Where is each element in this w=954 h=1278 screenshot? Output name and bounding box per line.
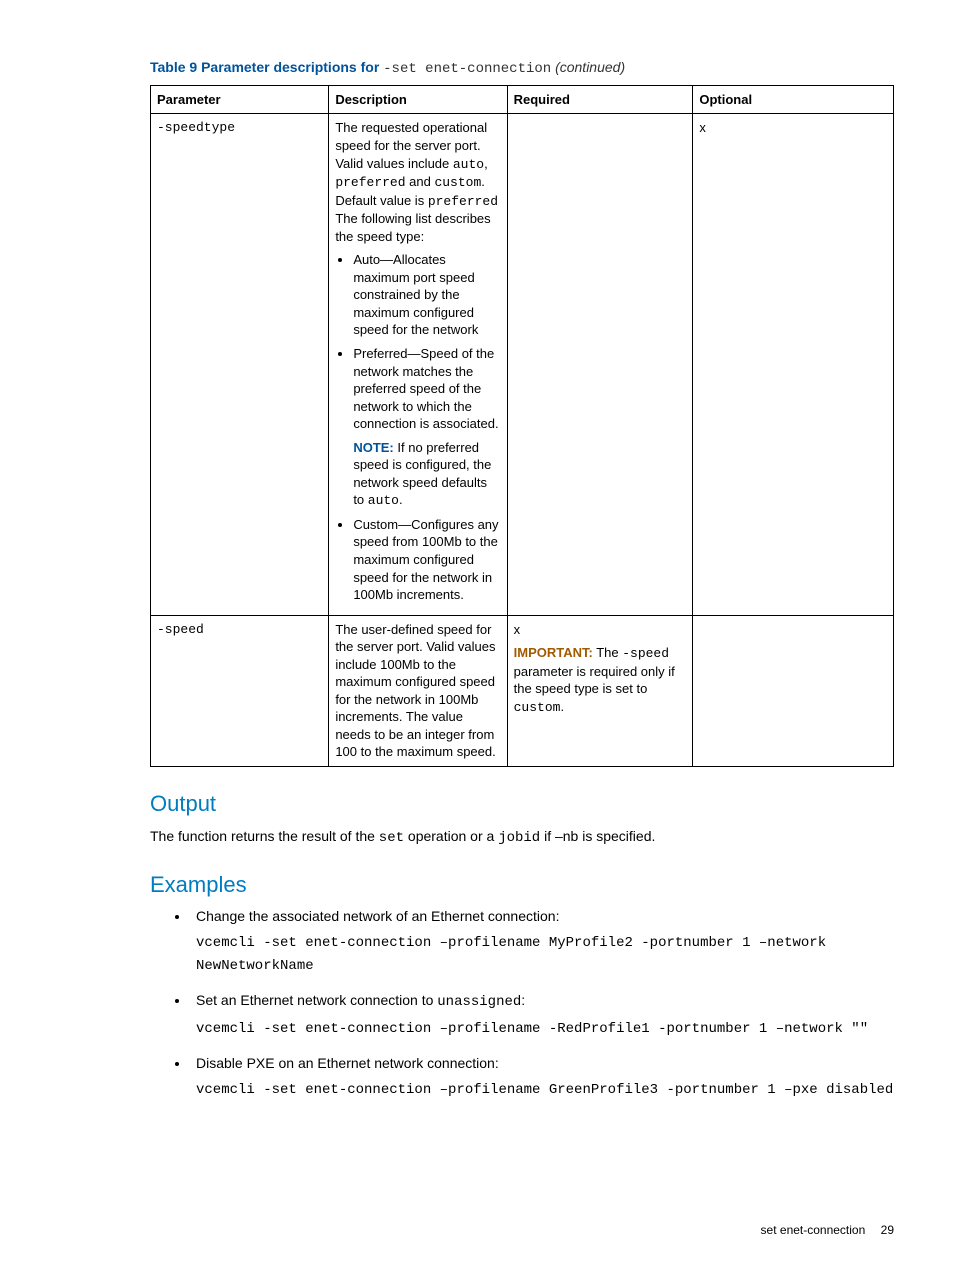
important-label: IMPORTANT: — [514, 645, 593, 660]
examples-heading: Examples — [150, 870, 894, 900]
req-speedtype — [507, 114, 693, 615]
text: and — [406, 174, 435, 189]
col-optional: Optional — [693, 85, 894, 114]
text: operation or a — [404, 828, 498, 844]
list-item: Change the associated network of an Ethe… — [190, 907, 894, 977]
desc-speed: The user-defined speed for the server po… — [329, 615, 507, 766]
req-x: x — [514, 621, 687, 639]
example-code: vcemcli -set enet-connection –profilenam… — [196, 1079, 894, 1101]
example-intro: Disable PXE on an Ethernet network conne… — [196, 1055, 499, 1071]
list-item: Set an Ethernet network connection to un… — [190, 991, 894, 1040]
note-code: auto — [368, 493, 399, 508]
code-custom: custom — [514, 700, 561, 715]
text: parameter is required only if the speed … — [514, 664, 675, 697]
opt-speed — [693, 615, 894, 766]
table-title-prefix: Table 9 Parameter descriptions for — [150, 59, 383, 75]
desc-speedtype: The requested operational speed for the … — [329, 114, 507, 615]
text: if –nb is specified. — [540, 828, 655, 844]
table-row: -speed The user-defined speed for the se… — [151, 615, 894, 766]
example-code: vcemcli -set enet-connection –profilenam… — [196, 1018, 894, 1040]
code-jobid: jobid — [498, 830, 540, 846]
page-footer: set enet-connection 29 — [150, 1222, 894, 1238]
text: . — [560, 699, 564, 714]
code-auto: auto — [453, 157, 484, 172]
code-set: set — [379, 830, 404, 846]
req-speed: x IMPORTANT: The -speed parameter is req… — [507, 615, 693, 766]
bullet-auto: Auto—Allocates maximum port speed constr… — [353, 251, 500, 339]
note-label: NOTE: — [353, 440, 393, 455]
text: The following list describes the speed t… — [335, 211, 490, 244]
code-preferred: preferred — [335, 175, 405, 190]
examples-list: Change the associated network of an Ethe… — [150, 907, 894, 1101]
col-description: Description — [329, 85, 507, 114]
text: Preferred—Speed of the network matches t… — [353, 346, 498, 431]
footer-page-number: 29 — [881, 1223, 894, 1237]
table-row: -speedtype The requested operational spe… — [151, 114, 894, 615]
code-custom: custom — [434, 175, 481, 190]
text: : — [521, 992, 525, 1008]
code-speed: -speed — [622, 646, 669, 661]
example-code: vcemcli -set enet-connection –profilenam… — [196, 932, 894, 977]
table-title-code: -set enet-connection — [383, 61, 551, 77]
text: The — [593, 645, 622, 660]
bullet-custom: Custom—Configures any speed from 100Mb t… — [353, 516, 500, 604]
output-heading: Output — [150, 789, 894, 819]
text: . — [399, 492, 403, 507]
code-unassigned: unassigned — [437, 994, 521, 1010]
opt-speedtype: x — [693, 114, 894, 615]
table-header-row: Parameter Description Required Optional — [151, 85, 894, 114]
text: Set an Ethernet network connection to — [196, 992, 437, 1008]
param-speedtype: -speedtype — [151, 114, 329, 615]
col-required: Required — [507, 85, 693, 114]
col-parameter: Parameter — [151, 85, 329, 114]
parameter-table: Parameter Description Required Optional … — [150, 85, 894, 767]
example-intro: Change the associated network of an Ethe… — [196, 908, 559, 924]
text: The function returns the result of the — [150, 828, 379, 844]
footer-section: set enet-connection — [761, 1223, 866, 1237]
table-title: Table 9 Parameter descriptions for -set … — [150, 58, 894, 79]
output-text: The function returns the result of the s… — [150, 827, 894, 848]
text: , — [484, 156, 488, 171]
param-speed: -speed — [151, 615, 329, 766]
code-preferred2: preferred — [428, 194, 498, 209]
bullet-preferred: Preferred—Speed of the network matches t… — [353, 345, 500, 510]
example-intro: Set an Ethernet network connection to un… — [196, 992, 525, 1008]
table-title-suffix: (continued) — [551, 59, 625, 75]
list-item: Disable PXE on an Ethernet network conne… — [190, 1054, 894, 1101]
